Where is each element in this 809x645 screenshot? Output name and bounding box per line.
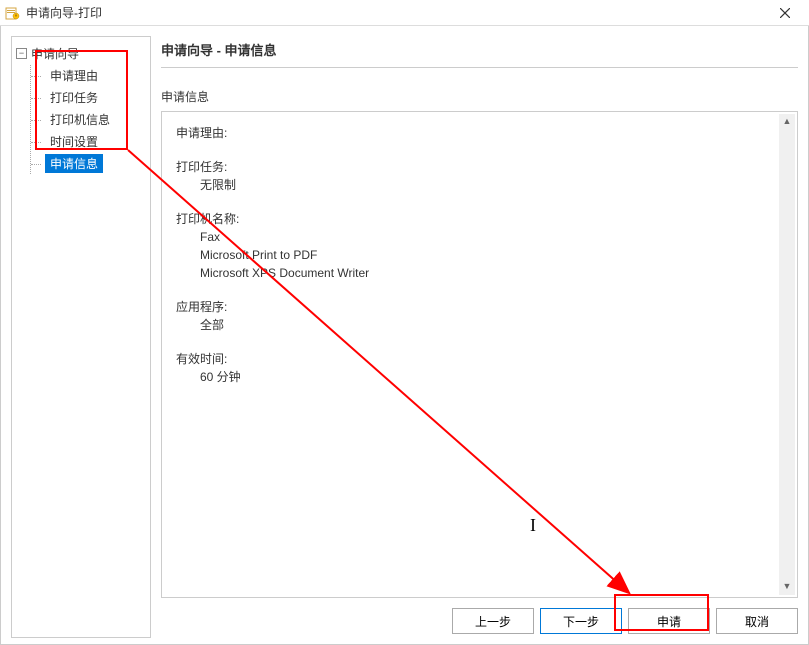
window-body: − 申请向导 申请理由 打印任务 打印机信息 时间设置 申请信息 申请向导 - … <box>0 26 809 645</box>
time-value: 60 分钟 <box>200 368 783 386</box>
scroll-down-icon[interactable]: ▼ <box>779 579 795 595</box>
sidebar-tree: − 申请向导 申请理由 打印任务 打印机信息 时间设置 申请信息 <box>11 36 151 638</box>
info-printer: 打印机名称: Fax Microsoft Print to PDF Micros… <box>176 210 783 282</box>
printer-value-1: Microsoft Print to PDF <box>200 246 783 264</box>
app-label: 应用程序: <box>176 298 783 316</box>
printer-value-2: Microsoft XPS Document Writer <box>200 264 783 282</box>
tree-children: 申请理由 打印任务 打印机信息 时间设置 申请信息 <box>30 65 146 174</box>
close-button[interactable] <box>765 1 805 25</box>
cancel-button[interactable]: 取消 <box>716 608 798 634</box>
info-time: 有效时间: 60 分钟 <box>176 350 783 386</box>
reason-label: 申请理由: <box>176 124 783 142</box>
info-task: 打印任务: 无限制 <box>176 158 783 194</box>
window-title: 申请向导-打印 <box>26 4 765 21</box>
section-label: 申请信息 <box>161 88 798 105</box>
scroll-up-icon[interactable]: ▲ <box>779 114 795 130</box>
tree-root-label: 申请向导 <box>31 45 79 62</box>
apply-button[interactable]: 申请 <box>628 608 710 634</box>
scrollbar[interactable]: ▲ ▼ <box>779 114 795 595</box>
tree-item-print-task[interactable]: 打印任务 <box>33 87 146 108</box>
info-reason: 申请理由: <box>176 124 783 142</box>
next-button[interactable]: 下一步 <box>540 608 622 634</box>
tree-item-apply-info[interactable]: 申请信息 <box>33 153 146 174</box>
page-title: 申请向导 - 申请信息 <box>161 36 798 68</box>
task-label: 打印任务: <box>176 158 783 176</box>
printer-label: 打印机名称: <box>176 210 783 228</box>
tree-item-time-setting[interactable]: 时间设置 <box>33 131 146 152</box>
tree-collapse-icon[interactable]: − <box>16 48 27 59</box>
tree-root[interactable]: − 申请向导 <box>16 43 146 64</box>
prev-button[interactable]: 上一步 <box>452 608 534 634</box>
titlebar: 申请向导-打印 <box>0 0 809 26</box>
info-app: 应用程序: 全部 <box>176 298 783 334</box>
main-panel: 申请向导 - 申请信息 申请信息 申请理由: 打印任务: 无限制 打印机名称: … <box>161 36 798 638</box>
printer-value-0: Fax <box>200 228 783 246</box>
button-row: 上一步 下一步 申请 取消 <box>161 598 798 638</box>
task-value: 无限制 <box>200 176 783 194</box>
app-icon <box>4 5 20 21</box>
info-content-box: 申请理由: 打印任务: 无限制 打印机名称: Fax Microsoft Pri… <box>161 111 798 598</box>
app-value: 全部 <box>200 316 783 334</box>
tree-item-reason[interactable]: 申请理由 <box>33 65 146 86</box>
tree-item-printer-info[interactable]: 打印机信息 <box>33 109 146 130</box>
time-label: 有效时间: <box>176 350 783 368</box>
